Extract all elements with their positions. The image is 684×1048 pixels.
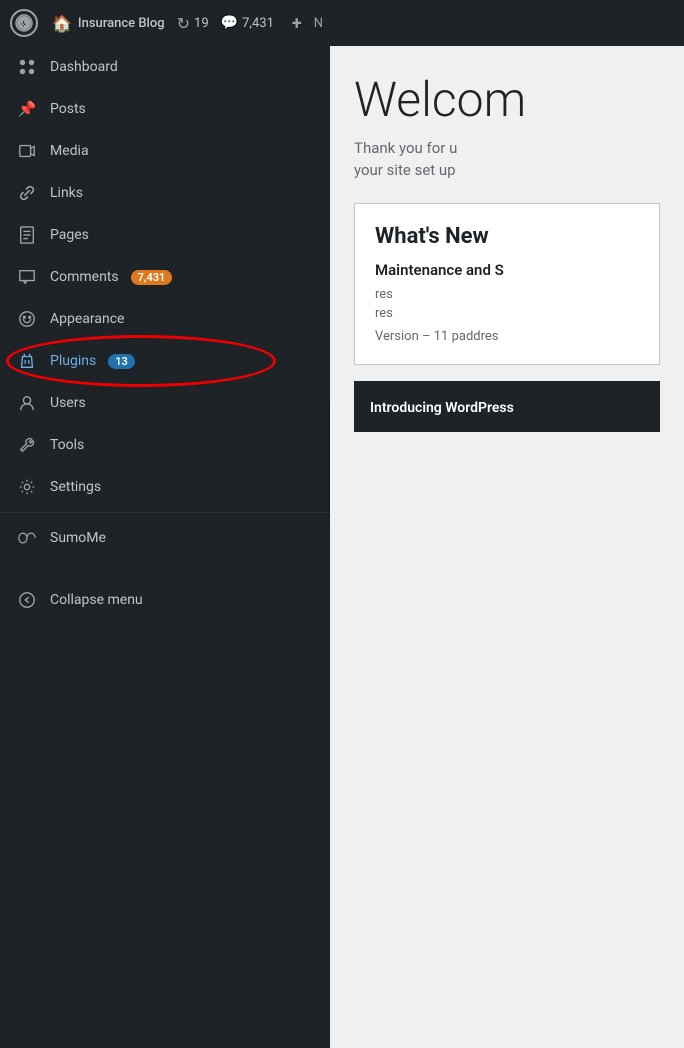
sidebar-item-dashboard[interactable]: Dashboard xyxy=(0,46,330,88)
posts-icon: 📌 xyxy=(16,98,38,120)
sidebar-item-users[interactable]: Users xyxy=(0,382,330,424)
tools-icon xyxy=(16,434,38,456)
svg-text:W: W xyxy=(20,19,29,29)
wp-logo[interactable]: W xyxy=(8,7,40,39)
main-layout: Dashboard 📌 Posts Media Links Pages xyxy=(0,46,684,1048)
content-inner: Welcom Thank you for u your site set up … xyxy=(330,46,684,460)
sidebar-item-comments[interactable]: Comments 7,431 xyxy=(0,256,330,298)
sidebar-item-label-pages: Pages xyxy=(50,227,89,243)
sidebar-item-label-plugins: Plugins xyxy=(50,353,96,369)
links-icon xyxy=(16,182,38,204)
media-icon xyxy=(16,140,38,162)
sidebar-item-tools[interactable]: Tools xyxy=(0,424,330,466)
sidebar-item-label-collapse: Collapse menu xyxy=(50,592,143,608)
pages-icon xyxy=(16,224,38,246)
sidebar-item-label-tools: Tools xyxy=(50,437,84,453)
content-area: Welcom Thank you for u your site set up … xyxy=(330,46,684,1048)
sidebar-item-label-appearance: Appearance xyxy=(50,311,124,327)
content-line-1: res xyxy=(375,287,639,302)
comment-icon: 💬 xyxy=(221,15,238,31)
collapse-icon xyxy=(16,589,38,611)
sidebar-item-settings[interactable]: Settings xyxy=(0,466,330,508)
wp-video-card: Introducing WordPress xyxy=(354,381,660,432)
version-line: Version – 11 paddres xyxy=(375,329,639,344)
sidebar-item-label-posts: Posts xyxy=(50,101,86,117)
sidebar-item-appearance[interactable]: Appearance xyxy=(0,298,330,340)
sumome-icon xyxy=(16,527,38,549)
sidebar-item-collapse[interactable]: Collapse menu xyxy=(0,579,330,621)
comments-count: 7,431 xyxy=(242,16,274,31)
welcome-heading: Welcom xyxy=(354,74,660,127)
site-name: Insurance Blog xyxy=(78,16,165,31)
comments-badge: 7,431 xyxy=(131,270,173,285)
whats-new-title: What's New xyxy=(375,224,639,249)
welcome-subtext-1: Thank you for u xyxy=(354,139,660,157)
wp-logo-circle: W xyxy=(10,9,38,37)
settings-icon xyxy=(16,476,38,498)
content-line-2: res xyxy=(375,306,639,321)
sidebar-item-label-links: Links xyxy=(50,185,83,201)
welcome-subtext-2: your site set up xyxy=(354,161,660,179)
dashboard-icon xyxy=(16,56,38,78)
wp-video-label: Introducing WordPress xyxy=(370,400,514,416)
sidebar-item-media[interactable]: Media xyxy=(0,130,330,172)
plugins-badge: 13 xyxy=(108,354,135,369)
sidebar-item-label-comments: Comments xyxy=(50,269,119,285)
sidebar-item-pages[interactable]: Pages xyxy=(0,214,330,256)
sidebar-item-label-media: Media xyxy=(50,143,89,159)
refresh-icon: ↻ xyxy=(177,14,190,33)
comments-sidebar-icon xyxy=(16,266,38,288)
new-button[interactable]: + xyxy=(292,13,302,34)
maintenance-text: Maintenance and S xyxy=(375,261,639,279)
admin-bar-site[interactable]: 🏠 Insurance Blog xyxy=(52,14,165,33)
sidebar-item-label-sumome: SumoMe xyxy=(50,530,106,546)
sidebar-item-links[interactable]: Links xyxy=(0,172,330,214)
plugins-icon xyxy=(16,350,38,372)
sidebar-separator xyxy=(0,512,330,513)
admin-bar-comments[interactable]: 💬 7,431 xyxy=(221,15,274,31)
plugins-highlight-circle xyxy=(6,335,276,387)
sidebar-item-posts[interactable]: 📌 Posts xyxy=(0,88,330,130)
admin-bar: W 🏠 Insurance Blog ↻ 19 💬 7,431 + N xyxy=(0,0,684,46)
sidebar-item-plugins[interactable]: Plugins 13 xyxy=(0,340,330,382)
house-icon: 🏠 xyxy=(52,14,72,33)
admin-bar-refresh[interactable]: ↻ 19 xyxy=(177,14,209,33)
whats-new-card: What's New Maintenance and S res res Ver… xyxy=(354,203,660,365)
appearance-icon xyxy=(16,308,38,330)
sidebar-item-label-settings: Settings xyxy=(50,479,101,495)
sidebar-item-sumome[interactable]: SumoMe xyxy=(0,517,330,559)
users-icon xyxy=(16,392,38,414)
sidebar-item-label-dashboard: Dashboard xyxy=(50,59,118,75)
sidebar-item-label-users: Users xyxy=(50,395,86,411)
refresh-count: 19 xyxy=(194,16,209,31)
sidebar: Dashboard 📌 Posts Media Links Pages xyxy=(0,46,330,1048)
new-label: N xyxy=(314,16,323,31)
